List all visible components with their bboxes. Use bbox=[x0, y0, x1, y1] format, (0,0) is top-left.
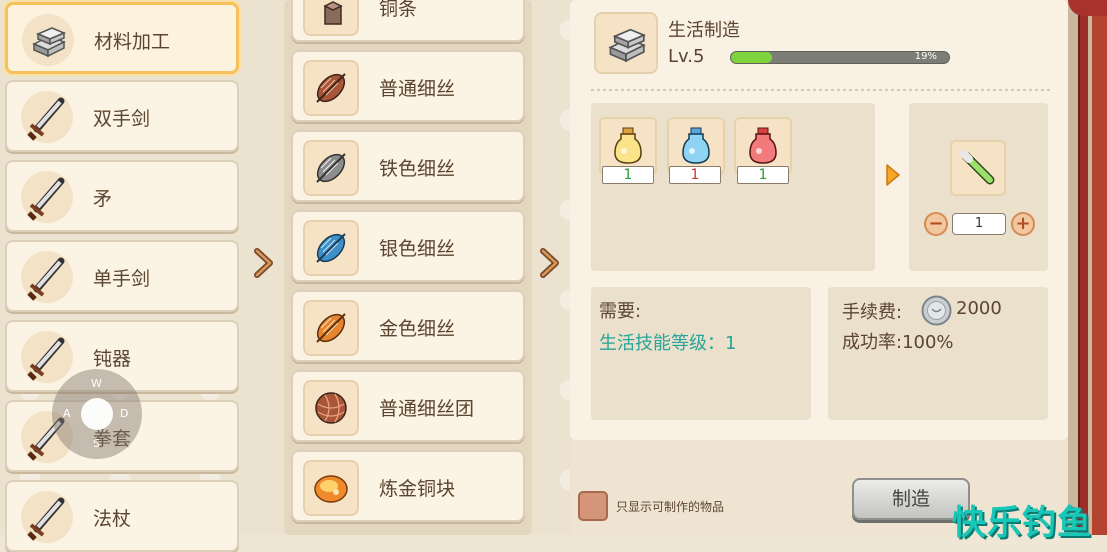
ingredient-count: 1 bbox=[602, 166, 654, 184]
thread-spool-icon bbox=[303, 220, 359, 276]
quantity-increase-button[interactable]: + bbox=[1011, 212, 1035, 236]
material-label: 银色细丝 bbox=[379, 238, 456, 260]
category-label: 矛 bbox=[93, 188, 113, 210]
craftable-only-label: 只显示可制作的物品 bbox=[616, 500, 725, 514]
sword-icon bbox=[21, 251, 73, 303]
category-label: 材料加工 bbox=[94, 31, 171, 53]
category-label: 钝器 bbox=[93, 348, 132, 370]
quantity-input[interactable]: 1 bbox=[952, 213, 1006, 235]
requirements-title: 需要: bbox=[599, 301, 642, 322]
sword-icon bbox=[21, 491, 73, 543]
blue-potion-icon bbox=[682, 127, 710, 164]
material-label: 普通细丝团 bbox=[379, 398, 475, 420]
yellow-potion-icon bbox=[614, 127, 642, 164]
ingredient-count: 1 bbox=[669, 166, 721, 184]
red-potion-icon bbox=[749, 127, 777, 164]
category-item-material-processing[interactable]: 材料加工 bbox=[5, 2, 239, 74]
sword-icon bbox=[21, 171, 73, 223]
book-spine-edge bbox=[1092, 0, 1107, 535]
skill-progress-text: 19% bbox=[914, 51, 937, 62]
joystick-knob[interactable] bbox=[81, 398, 113, 430]
material-item-normal-thread[interactable]: 普通细丝 bbox=[291, 50, 525, 122]
skill-progress-fill bbox=[731, 52, 773, 63]
output-item-slot[interactable] bbox=[950, 140, 1006, 196]
material-item-silver-thread[interactable]: 银色细丝 bbox=[291, 210, 525, 282]
skill-level: Lv.5 bbox=[668, 46, 705, 67]
quantity-decrease-button[interactable]: − bbox=[924, 212, 948, 236]
category-label: 单手剑 bbox=[93, 268, 151, 290]
category-item-staff[interactable]: 法杖 bbox=[5, 480, 239, 552]
sword-icon bbox=[21, 331, 73, 383]
requirement-skill-level: 生活技能等级：1 bbox=[599, 333, 737, 354]
craftable-only-checkbox[interactable] bbox=[578, 491, 608, 521]
chevron-right-icon bbox=[540, 248, 559, 278]
arrow-right-icon bbox=[886, 164, 900, 186]
material-label: 金色细丝 bbox=[379, 318, 456, 340]
book-spine-ribbon bbox=[1078, 0, 1088, 535]
success-rate: 成功率:100% bbox=[842, 328, 954, 354]
category-list[interactable]: 材料加工 双手剑 矛 单手剑 钝器 拳套 法杖 bbox=[0, 0, 246, 552]
joystick-left-label: A bbox=[63, 407, 71, 420]
virtual-joystick[interactable]: W A D S bbox=[52, 369, 142, 459]
ingot-icon bbox=[594, 12, 658, 74]
watermark-logo: 快乐钓鱼 bbox=[952, 503, 1092, 543]
thread-spool-icon bbox=[303, 60, 359, 116]
ore-icon bbox=[303, 460, 359, 516]
category-label: 双手剑 bbox=[93, 108, 151, 130]
material-item-copper-bar[interactable]: 铜条 bbox=[291, 0, 525, 42]
header-divider bbox=[591, 89, 1051, 91]
silver-coin-icon bbox=[921, 295, 952, 326]
joystick-down-label: S bbox=[93, 437, 100, 450]
material-list[interactable]: 铜条 普通细丝 铁色细丝 银色细丝 金色细丝 普通细丝团 炼金铜块 bbox=[284, 0, 532, 535]
fee-label: 手续费: bbox=[842, 302, 903, 323]
success-rate-value: 100% bbox=[902, 332, 954, 353]
yarn-ball-icon bbox=[303, 380, 359, 436]
skill-progress-bar: 19% bbox=[730, 51, 950, 64]
copper-bar-icon bbox=[303, 0, 359, 36]
fee-value: 2000 bbox=[956, 298, 1002, 319]
green-vial-icon bbox=[960, 150, 995, 185]
skill-title: 生活制造 bbox=[668, 20, 740, 41]
material-item-gold-thread[interactable]: 金色细丝 bbox=[291, 290, 525, 362]
success-rate-label: 成功率: bbox=[842, 332, 903, 353]
chevron-right-icon bbox=[254, 248, 273, 278]
material-item-normal-thread-ball[interactable]: 普通细丝团 bbox=[291, 370, 525, 442]
material-label: 普通细丝 bbox=[379, 78, 456, 100]
ingot-icon bbox=[22, 14, 74, 66]
category-item-one-handed-sword[interactable]: 单手剑 bbox=[5, 240, 239, 312]
category-item-spear[interactable]: 矛 bbox=[5, 160, 239, 232]
joystick-up-label: W bbox=[91, 377, 102, 390]
material-item-iron-thread[interactable]: 铁色细丝 bbox=[291, 130, 525, 202]
material-label: 铜条 bbox=[379, 0, 418, 20]
material-item-alchemy-copper[interactable]: 炼金铜块 bbox=[291, 450, 525, 522]
category-item-two-handed-sword[interactable]: 双手剑 bbox=[5, 80, 239, 152]
material-label: 炼金铜块 bbox=[379, 478, 456, 500]
scallop-divider bbox=[574, 432, 1064, 446]
thread-spool-icon bbox=[303, 140, 359, 196]
thread-spool-icon bbox=[303, 300, 359, 356]
joystick-right-label: D bbox=[120, 407, 129, 420]
category-label: 法杖 bbox=[93, 508, 132, 530]
ingredient-count: 1 bbox=[737, 166, 789, 184]
material-label: 铁色细丝 bbox=[379, 158, 456, 180]
sword-icon bbox=[21, 91, 73, 143]
